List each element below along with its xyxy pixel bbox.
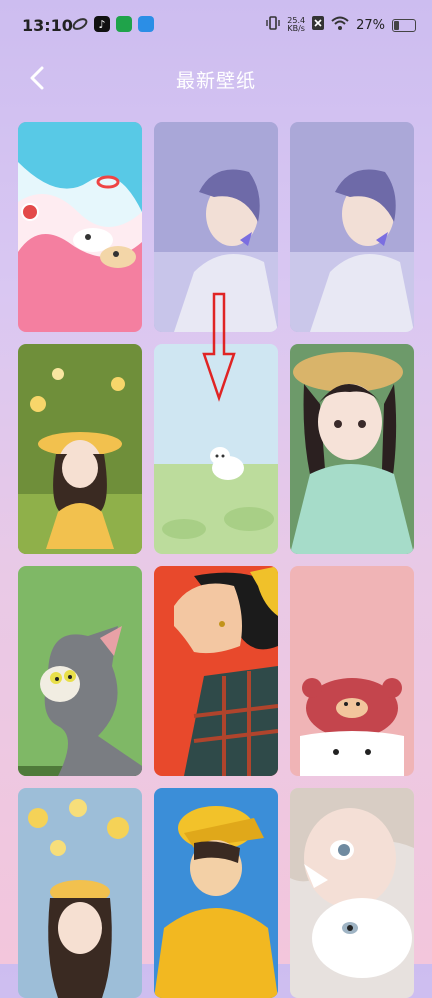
wifi-icon xyxy=(331,16,349,34)
app-notification-icon xyxy=(72,16,88,32)
page-title: 最新壁纸 xyxy=(175,70,256,92)
down-arrow-annotation xyxy=(202,292,236,402)
status-bar: 13:10 ♪ 25.4 KB/s 27% xyxy=(0,0,432,50)
wallpaper-card-girl-white-cat[interactable] xyxy=(290,788,414,998)
net-speed-unit: KB/s xyxy=(287,24,305,33)
status-time: 13:10 xyxy=(22,16,73,35)
wallpaper-card-beach-dogs[interactable] xyxy=(18,122,142,332)
wallpaper-card-girl-straw-hat[interactable] xyxy=(290,344,414,554)
battery-icon xyxy=(392,18,416,32)
header: 最新壁纸 xyxy=(0,58,432,98)
wallpaper-card-profile-red[interactable] xyxy=(154,566,278,776)
notification-icons: ♪ xyxy=(72,16,154,32)
wallpaper-card-bear-hat[interactable] xyxy=(290,566,414,776)
tiktok-icon: ♪ xyxy=(94,16,110,32)
wallpaper-card-girl-butterfly-2[interactable] xyxy=(290,122,414,332)
net-speed: 25.4 KB/s xyxy=(287,17,305,33)
wallpaper-card-cartoon-cat[interactable] xyxy=(18,566,142,776)
status-right: 25.4 KB/s 27% xyxy=(266,15,416,35)
wallpaper-card-girl-flowers[interactable] xyxy=(18,344,142,554)
battery-text: 27% xyxy=(356,17,385,33)
vibrate-icon xyxy=(266,15,280,35)
wallpaper-card-girl-yellow-flowers[interactable] xyxy=(18,788,142,998)
map-app-icon xyxy=(116,16,132,32)
cloud-app-icon xyxy=(138,16,154,32)
sim-off-icon xyxy=(312,16,325,34)
wallpaper-card-boy-yellow-cap[interactable] xyxy=(154,788,278,998)
